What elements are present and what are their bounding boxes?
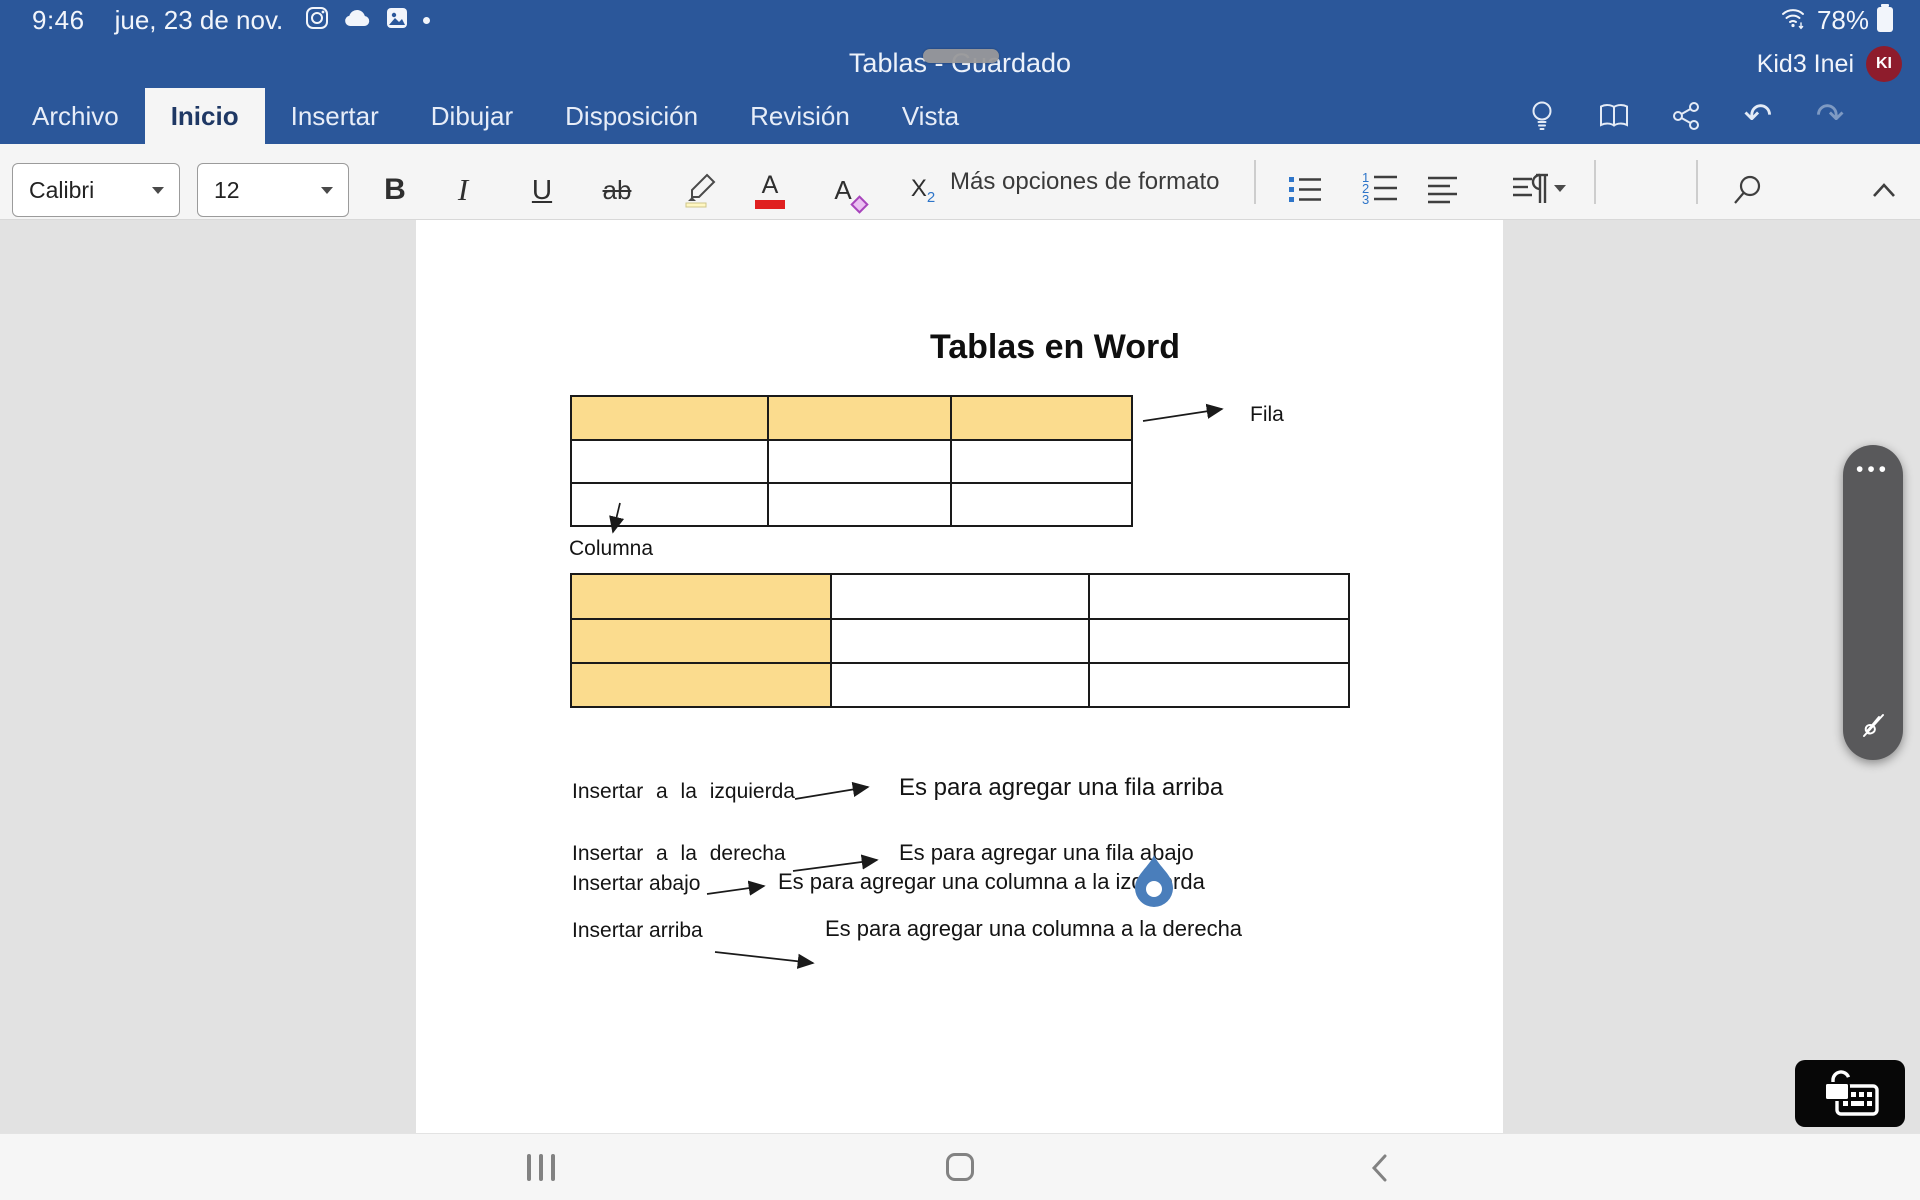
- document-heading: Tablas en Word: [755, 328, 1355, 367]
- gallery-icon: [385, 6, 409, 35]
- line-1-left: Insertar a la izquierda: [572, 780, 795, 804]
- line-4-right: Es para agregar una columna a la derecha: [825, 916, 1242, 942]
- tab-archivo[interactable]: Archivo: [6, 88, 145, 144]
- bold-button[interactable]: B: [373, 163, 417, 217]
- search-icon: [1730, 173, 1764, 207]
- table-row[interactable]: [571, 619, 1349, 663]
- spen-floating-toolbar[interactable]: •••: [1843, 445, 1903, 760]
- share-icon[interactable]: [1666, 94, 1706, 138]
- align-button[interactable]: [1421, 163, 1465, 217]
- eraser-icon: [850, 195, 868, 213]
- formatting-toolbar: Calibri 12 B I U ab A A X2: [0, 144, 1920, 220]
- clock: 9:46: [32, 5, 85, 36]
- highlighter-button[interactable]: [678, 163, 722, 217]
- keyboard-lock-icon: [1819, 1070, 1881, 1118]
- document-page[interactable]: Tablas en Word Fila Columna Insertar a l…: [416, 220, 1503, 1133]
- ribbon-right-icons: ↶ ↷: [1522, 88, 1850, 144]
- paragraph-formatting-button[interactable]: [1508, 163, 1572, 217]
- status-left: 9:46 jue, 23 de nov.: [0, 5, 430, 36]
- date: jue, 23 de nov.: [115, 5, 284, 36]
- table-column-highlight[interactable]: [570, 573, 1350, 708]
- status-bar: 9:46 jue, 23 de nov.: [0, 0, 1920, 40]
- underline-button[interactable]: U: [520, 163, 564, 217]
- align-icon: [1428, 175, 1458, 205]
- android-nav-bar: [0, 1133, 1920, 1200]
- home-icon[interactable]: [946, 1153, 974, 1181]
- font-size-select[interactable]: 12: [197, 163, 349, 217]
- italic-button[interactable]: I: [441, 163, 485, 217]
- subscript-button[interactable]: X2: [901, 163, 945, 217]
- instagram-icon: [305, 6, 329, 35]
- table-row[interactable]: [571, 574, 1349, 619]
- line-1-right: Es para agregar una fila arriba: [899, 774, 1223, 802]
- chevron-up-icon: [1871, 181, 1897, 199]
- highlighter-icon: [683, 172, 717, 208]
- fila-label: Fila: [1250, 403, 1284, 427]
- toolbar-divider: [1254, 160, 1256, 204]
- avatar[interactable]: KI: [1866, 46, 1902, 82]
- tell-me-bulb-icon[interactable]: [1522, 94, 1562, 138]
- bullet-list-button[interactable]: [1283, 163, 1327, 217]
- columna-label: Columna: [569, 537, 653, 561]
- show-keyboard-button[interactable]: [1795, 1060, 1905, 1127]
- document-area: Tablas en Word Fila Columna Insertar a l…: [0, 220, 1920, 1133]
- numbered-list-button[interactable]: 1 2 3: [1358, 163, 1402, 217]
- font-size-value: 12: [214, 177, 320, 204]
- collapse-ribbon-button[interactable]: [1862, 163, 1906, 217]
- paragraph-formatting-icon: [1512, 173, 1568, 207]
- table-row[interactable]: [571, 440, 1132, 483]
- title-overlay-pill: [923, 49, 999, 63]
- chevron-down-icon: [320, 185, 334, 195]
- table-row[interactable]: [571, 483, 1132, 526]
- tab-insertar[interactable]: Insertar: [265, 88, 405, 144]
- tab-inicio[interactable]: Inicio: [145, 88, 265, 144]
- font-color-button[interactable]: A: [748, 163, 792, 217]
- text-cursor-handle[interactable]: [1135, 853, 1173, 907]
- account-area[interactable]: Kid3 Inei KI: [1757, 40, 1902, 88]
- notification-dot: [423, 17, 430, 24]
- bullet-list-icon: [1288, 174, 1322, 206]
- toolbar-divider: [1594, 160, 1596, 204]
- tab-revision[interactable]: Revisión: [724, 88, 876, 144]
- line-2-left: Insertar a la derecha: [572, 842, 786, 866]
- screen: 9:46 jue, 23 de nov.: [0, 0, 1920, 1200]
- undo-icon[interactable]: ↶: [1738, 94, 1778, 138]
- account-name: Kid3 Inei: [1757, 50, 1854, 79]
- tab-vista[interactable]: Vista: [876, 88, 985, 144]
- battery-percent: 78%: [1817, 5, 1869, 36]
- chevron-down-icon: [151, 185, 165, 195]
- numbered-list-icon: 1 2 3: [1362, 173, 1398, 207]
- table-row[interactable]: [571, 396, 1132, 440]
- font-color-swatch: [755, 200, 785, 209]
- tab-dibujar[interactable]: Dibujar: [405, 88, 539, 144]
- read-view-icon[interactable]: [1594, 94, 1634, 138]
- redo-icon[interactable]: ↷: [1810, 94, 1850, 138]
- wifi-icon: [1780, 5, 1810, 36]
- status-right: 78%: [1780, 0, 1894, 40]
- document-title-status: Tablas - Guardado: [0, 40, 1920, 88]
- title-bar: Tablas - Guardado Kid3 Inei KI: [0, 40, 1920, 88]
- table-row-highlight[interactable]: [570, 395, 1133, 527]
- strikethrough-button[interactable]: ab: [595, 163, 639, 217]
- table-row[interactable]: [571, 663, 1349, 707]
- search-button[interactable]: [1725, 163, 1769, 217]
- ribbon-tab-bar: Archivo Inicio Insertar Dibujar Disposic…: [0, 88, 1920, 144]
- recents-icon[interactable]: [527, 1154, 555, 1181]
- line-3-left: Insertar abajo: [572, 872, 700, 896]
- font-name-select[interactable]: Calibri: [12, 163, 180, 217]
- tab-disposicion[interactable]: Disposición: [539, 88, 724, 144]
- battery-icon: [1876, 3, 1894, 38]
- cloud-icon: [343, 7, 371, 34]
- clear-formatting-button[interactable]: A: [821, 163, 865, 217]
- font-name-value: Calibri: [29, 177, 151, 204]
- pen-disabled-icon[interactable]: [1859, 711, 1887, 744]
- line-4-left: Insertar arriba: [572, 919, 703, 943]
- back-icon[interactable]: [1370, 1154, 1388, 1187]
- toolbar-divider: [1696, 160, 1698, 204]
- more-format-options-button[interactable]: Más opciones de formato: [950, 144, 1219, 220]
- drag-dots[interactable]: •••: [1856, 459, 1890, 480]
- notification-icons: [305, 6, 430, 35]
